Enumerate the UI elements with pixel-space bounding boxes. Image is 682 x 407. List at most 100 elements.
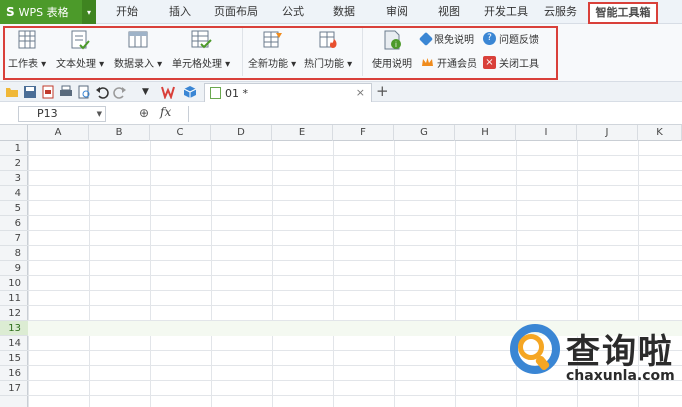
usage-guide-button[interactable]: i 使用说明 xyxy=(372,29,412,70)
row-header-cell[interactable]: 5 xyxy=(0,201,28,216)
formula-bar: P13 ▼ ⊕ fx xyxy=(0,103,682,125)
row-header-cell[interactable]: 7 xyxy=(0,231,28,246)
close-tool-label: 关闭工具 xyxy=(499,59,539,70)
cell-process-icon xyxy=(191,30,212,49)
feedback-button[interactable]: ? 问题反馈 xyxy=(483,31,539,46)
customize-dropdown-icon[interactable]: ▼ xyxy=(142,85,156,99)
column-header-cell[interactable]: J xyxy=(577,125,638,141)
menu-item-view[interactable]: 视图 xyxy=(438,0,460,24)
formula-input[interactable] xyxy=(188,106,682,122)
close-tool-icon: × xyxy=(483,56,496,69)
app-menu-button[interactable]: S WPS 表格 ▾ xyxy=(0,0,96,24)
add-tab-icon[interactable]: + xyxy=(376,82,389,101)
menu-item-home[interactable]: 开始 xyxy=(116,0,138,24)
free-limit-info-button[interactable]: 限免说明 xyxy=(418,31,474,46)
menu-item-page-layout[interactable]: 页面布局 xyxy=(214,0,258,24)
row-header-cell[interactable]: 2 xyxy=(0,156,28,171)
row-header-cell[interactable]: 13 xyxy=(0,321,28,336)
cube-icon[interactable] xyxy=(183,85,197,99)
column-header-cell[interactable]: H xyxy=(455,125,516,141)
open-folder-icon[interactable] xyxy=(5,85,19,99)
feedback-label: 问题反馈 xyxy=(499,35,539,46)
column-header-cell[interactable]: A xyxy=(28,125,89,141)
column-header-cell[interactable]: E xyxy=(272,125,333,141)
zoom-icon[interactable]: ⊕ xyxy=(139,106,149,120)
save-icon[interactable] xyxy=(23,85,37,99)
menu-item-data[interactable]: 数据 xyxy=(333,0,355,24)
row-header-cell[interactable]: 8 xyxy=(0,246,28,261)
menu-item-insert[interactable]: 插入 xyxy=(169,0,191,24)
menu-item-developer[interactable]: 开发工具 xyxy=(484,0,528,24)
close-icon[interactable]: × xyxy=(356,86,365,99)
menu-item-formula[interactable]: 公式 xyxy=(282,0,304,24)
row-header-cell[interactable]: 9 xyxy=(0,261,28,276)
export-pdf-icon[interactable] xyxy=(41,85,55,99)
row-header-cell[interactable]: 4 xyxy=(0,186,28,201)
column-header-cell[interactable]: B xyxy=(89,125,150,141)
new-feature-icon xyxy=(263,31,283,48)
text-process-label: 文本处理 ▾ xyxy=(56,59,105,70)
new-feature-button[interactable]: 全新功能 ▾ xyxy=(248,29,296,70)
app-title: WPS 表格 xyxy=(18,6,69,19)
menu-item-cloud[interactable]: 云服务 xyxy=(544,0,577,24)
crown-icon xyxy=(422,58,433,66)
document-icon xyxy=(210,87,221,99)
column-header-cell[interactable]: I xyxy=(516,125,577,141)
cell-process-button[interactable]: 单元格处理 ▾ xyxy=(172,29,230,70)
menu-item-review[interactable]: 审阅 xyxy=(386,0,408,24)
column-header-cell[interactable]: G xyxy=(394,125,455,141)
worksheet-icon xyxy=(18,30,36,49)
cell-process-label: 单元格处理 ▾ xyxy=(172,59,231,70)
hot-feature-label: 热门功能 ▾ xyxy=(304,59,353,70)
document-tab[interactable]: 01 * × xyxy=(204,83,372,102)
row-header-cell[interactable]: 3 xyxy=(0,171,28,186)
name-box[interactable]: P13 ▼ xyxy=(18,106,106,122)
row-header-cell[interactable]: 10 xyxy=(0,276,28,291)
open-membership-button[interactable]: 开通会员 xyxy=(421,55,477,70)
select-all-corner[interactable] xyxy=(0,125,28,141)
row-header-cell[interactable]: 11 xyxy=(0,291,28,306)
ribbon-separator xyxy=(242,28,243,76)
row-header-cell[interactable]: 14 xyxy=(0,336,28,351)
redo-icon[interactable] xyxy=(113,85,127,99)
row-header-cell[interactable]: 17 xyxy=(0,381,28,396)
insert-function-icon[interactable]: fx xyxy=(160,105,171,119)
usage-guide-label: 使用说明 xyxy=(372,59,412,70)
text-process-icon xyxy=(71,30,90,50)
chevron-down-icon[interactable]: ▾ xyxy=(82,0,96,24)
row-header-cell[interactable]: 15 xyxy=(0,351,28,366)
svg-text:i: i xyxy=(395,41,397,49)
hot-feature-icon xyxy=(319,31,337,48)
hot-feature-button[interactable]: 热门功能 ▾ xyxy=(304,29,352,70)
column-header-cell[interactable]: D xyxy=(211,125,272,141)
ribbon: 工作表 ▾ 文本处理 ▾ 数据录入 ▾ 单元格处理 ▾ 全新功能 ▾ 热门功能 … xyxy=(0,24,682,82)
column-header-cell[interactable]: F xyxy=(333,125,394,141)
row-header-cell[interactable]: 16 xyxy=(0,366,28,381)
row-header-cell[interactable]: 6 xyxy=(0,216,28,231)
menu-item-smart-toolbox[interactable]: 智能工具箱 xyxy=(588,2,658,24)
row-header: 1 2 3 4 5 6 7 8 9 10 11 12 13 14 15 16 17 xyxy=(0,141,28,407)
column-header: ABCDEFGHIJK xyxy=(0,125,682,141)
column-header-cell[interactable]: C xyxy=(150,125,211,141)
close-tool-button[interactable]: × 关闭工具 xyxy=(483,55,539,70)
print-icon[interactable] xyxy=(59,85,73,99)
watermark-url: chaxunla.com xyxy=(566,368,675,384)
watermark-brand: 查询啦 xyxy=(566,332,674,372)
undo-icon[interactable] xyxy=(95,85,109,99)
print-preview-icon[interactable] xyxy=(77,85,91,99)
menu-bar: S WPS 表格 ▾ 开始 插入 页面布局 公式 数据 审阅 视图 开发工具 云… xyxy=(0,0,682,24)
chevron-down-icon[interactable]: ▼ xyxy=(97,107,102,121)
document-tab-label: 01 * xyxy=(225,86,248,100)
row-header-cell[interactable]: 1 xyxy=(0,141,28,156)
help-icon: ? xyxy=(483,32,496,45)
wps-w-icon[interactable] xyxy=(161,85,175,99)
watermark: 查询啦 chaxunla.com xyxy=(508,320,680,398)
data-entry-button[interactable]: 数据录入 ▾ xyxy=(114,29,162,70)
worksheet-button[interactable]: 工作表 ▾ xyxy=(8,29,46,70)
new-feature-label: 全新功能 ▾ xyxy=(248,59,297,70)
row-header-cell[interactable]: 12 xyxy=(0,306,28,321)
usage-guide-icon: i xyxy=(384,30,401,50)
column-header-cell[interactable]: K xyxy=(638,125,682,141)
open-membership-label: 开通会员 xyxy=(437,59,477,70)
text-process-button[interactable]: 文本处理 ▾ xyxy=(56,29,104,70)
